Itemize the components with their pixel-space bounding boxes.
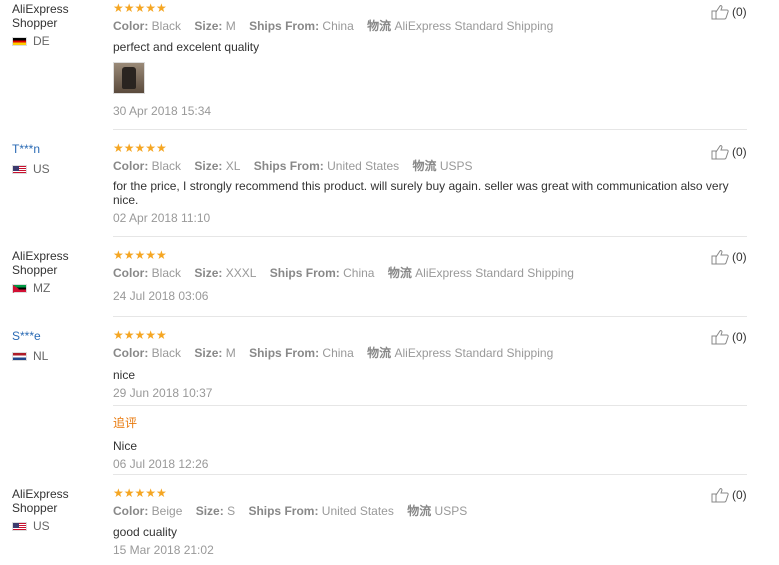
helpful-count: (0) (732, 488, 747, 502)
flag-mz-icon (12, 283, 27, 293)
review-body: ★★★★★ Color: Black Size: XXXL Ships From… (113, 249, 753, 303)
reviewer-info: T***n US (12, 142, 107, 176)
followup-review: 追评 Nice 06 Jul 2018 12:26 (113, 405, 747, 471)
review-text: for the price, I strongly recommend this… (113, 179, 729, 207)
helpful-button[interactable]: (0) (711, 249, 747, 265)
reviewer-name: AliExpress Shopper (12, 487, 69, 515)
order-info: Color: Black Size: XXXL Ships From: Chin… (113, 266, 574, 280)
helpful-count: (0) (732, 250, 747, 264)
star-rating: ★★★★★ (113, 328, 167, 342)
review-date: 29 Jun 2018 10:37 (113, 386, 213, 400)
review-date: 02 Apr 2018 11:10 (113, 211, 211, 225)
helpful-button[interactable]: (0) (711, 4, 747, 20)
review-text: good cuality (113, 525, 178, 539)
thumbs-up-icon (711, 330, 729, 345)
order-info: Color: Black Size: M Ships From: China 物… (113, 19, 554, 33)
review-item: T***n US ★★★★★ Color: Black Size: XL Shi… (0, 130, 779, 237)
thumbs-up-icon (711, 250, 729, 265)
review-date: 24 Jul 2018 03:06 (113, 289, 209, 303)
flag-us-icon (12, 164, 27, 174)
helpful-count: (0) (732, 145, 747, 159)
review-body: ★★★★★ Color: Black Size: M Ships From: C… (113, 329, 753, 400)
flag-de-icon (12, 36, 27, 46)
review-item: AliExpress Shopper MZ ★★★★★ Color: Black … (0, 237, 779, 317)
review-text: perfect and excelent quality (113, 40, 260, 54)
helpful-button[interactable]: (0) (711, 487, 747, 503)
star-rating: ★★★★★ (113, 486, 167, 500)
star-rating: ★★★★★ (113, 141, 167, 155)
reviewer-country: US (12, 162, 107, 176)
review-body: ★★★★★ Color: Beige Size: S Ships From: U… (113, 487, 753, 557)
order-info: Color: Black Size: M Ships From: China 物… (113, 346, 554, 360)
reviewer-info: AliExpress Shopper US (12, 487, 107, 533)
star-rating: ★★★★★ (113, 248, 167, 262)
followup-label: 追评 (113, 416, 138, 430)
reviewer-name[interactable]: S***e (12, 329, 107, 343)
order-info: Color: Black Size: XL Ships From: United… (113, 159, 473, 173)
thumbs-up-icon (711, 488, 729, 503)
reviewer-name[interactable]: T***n (12, 142, 107, 156)
reviewer-name: AliExpress Shopper (12, 2, 69, 30)
review-date: 15 Mar 2018 21:02 (113, 543, 214, 557)
reviewer-country: DE (12, 34, 107, 48)
review-date: 30 Apr 2018 15:34 (113, 104, 212, 118)
review-body: ★★★★★ Color: Black Size: M Ships From: C… (113, 2, 753, 118)
review-item: AliExpress Shopper US ★★★★★ Color: Beige … (0, 475, 779, 565)
review-text: nice (113, 368, 136, 382)
reviewer-country: MZ (12, 281, 107, 295)
followup-text: Nice (113, 439, 138, 453)
star-rating: ★★★★★ (113, 1, 167, 15)
thumbs-up-icon (711, 145, 729, 160)
followup-date: 06 Jul 2018 12:26 (113, 457, 209, 471)
reviewer-info: AliExpress Shopper DE (12, 2, 107, 48)
helpful-count: (0) (732, 5, 747, 19)
helpful-button[interactable]: (0) (711, 329, 747, 345)
review-body: ★★★★★ Color: Black Size: XL Ships From: … (113, 142, 753, 225)
reviewer-info: AliExpress Shopper MZ (12, 249, 107, 295)
review-photo[interactable] (113, 62, 145, 94)
reviewer-country: US (12, 519, 107, 533)
thumbs-up-icon (711, 5, 729, 20)
helpful-button[interactable]: (0) (711, 144, 747, 160)
helpful-count: (0) (732, 330, 747, 344)
reviewer-info: S***e NL (12, 329, 107, 363)
order-info: Color: Beige Size: S Ships From: United … (113, 504, 468, 518)
reviewer-country: NL (12, 349, 107, 363)
flag-nl-icon (12, 351, 27, 361)
review-item: AliExpress Shopper DE ★★★★★ Color: Black … (0, 0, 779, 130)
reviewer-name: AliExpress Shopper (12, 249, 69, 277)
review-item: S***e NL ★★★★★ Color: Black Size: M Ship… (0, 317, 779, 475)
flag-us-icon (12, 521, 27, 531)
